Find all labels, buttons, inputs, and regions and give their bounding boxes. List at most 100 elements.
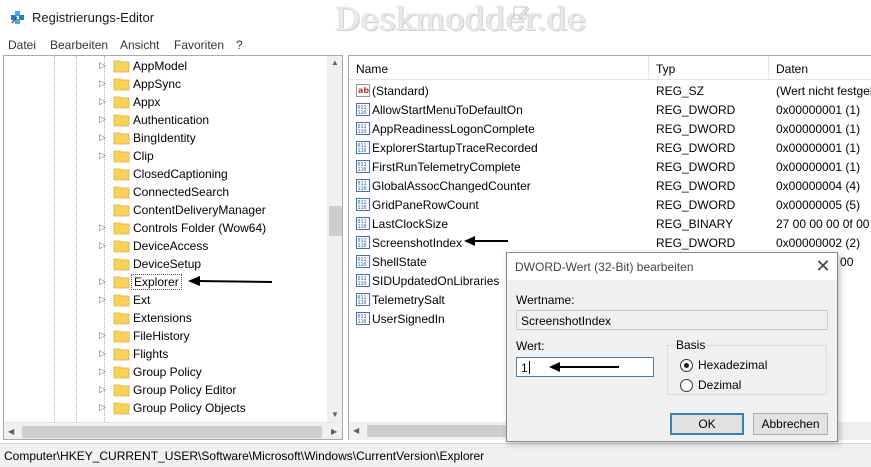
value-name: SIDUpdatedOnLibraries	[372, 274, 500, 288]
folder-icon	[113, 168, 130, 181]
expand-icon[interactable]: ▷	[99, 330, 106, 341]
value-name-field: ScreenshotIndex	[516, 310, 828, 330]
tree-item[interactable]: ▷ AppSync	[4, 75, 328, 93]
menu-bar: Datei Bearbeiten Ansicht Favoriten ?	[0, 35, 871, 55]
expand-icon[interactable]: ▷	[99, 222, 106, 233]
expand-icon[interactable]: ▷	[99, 240, 106, 251]
value-data: 27 00 00 00 0f 00 00 00	[776, 217, 871, 231]
tree-item[interactable]: ▷ Clip	[4, 147, 328, 165]
tree-item[interactable]: ▷ Group Policy	[4, 363, 328, 381]
list-header: Name Typ Daten	[349, 56, 871, 80]
tree-item[interactable]: ▷ Explorer	[4, 273, 328, 291]
close-icon[interactable]: ✕	[811, 255, 835, 277]
value-data-label: Wert:	[516, 339, 545, 353]
tree-horizontal-thumb[interactable]	[22, 426, 322, 438]
value-data: (Wert nicht festgelegt)	[776, 84, 871, 98]
folder-icon	[113, 258, 130, 271]
value-row[interactable]: 011 110 ExplorerStartupTraceRecorded REG_DW…	[349, 138, 871, 157]
menu-help[interactable]: ?	[236, 38, 243, 52]
tree-item[interactable]: ▷ Ext	[4, 291, 328, 309]
tree-item[interactable]: ▷ Flights	[4, 345, 328, 363]
tree-item[interactable]: ▷ Controls Folder (Wow64)	[4, 219, 328, 237]
value-row[interactable]: 011 110 LastClockSize REG_BINARY 27 00 00 00…	[349, 214, 871, 233]
scroll-left-icon[interactable]: ◀	[8, 427, 14, 436]
value-name: ExplorerStartupTraceRecorded	[372, 141, 538, 155]
folder-icon	[113, 186, 130, 199]
tree-item[interactable]: ContentDeliveryManager	[4, 201, 328, 219]
expand-icon[interactable]: ▷	[99, 96, 106, 107]
tree-item[interactable]: ▷ Appx	[4, 93, 328, 111]
tree-item[interactable]: ClosedCaptioning	[4, 165, 328, 183]
value-row[interactable]: 011 110 GlobalAssocChangedCounter REG_DWORD…	[349, 176, 871, 195]
column-header-type[interactable]: Typ	[649, 56, 769, 80]
value-data: 0x00000004 (4)	[776, 179, 861, 193]
scroll-up-icon[interactable]: ▲	[331, 58, 339, 67]
folder-icon	[113, 132, 130, 145]
expand-icon[interactable]: ▷	[99, 132, 106, 143]
tree-item[interactable]: ▷ FileHistory	[4, 327, 328, 345]
expand-icon[interactable]: ▷	[99, 348, 106, 359]
hex-radio[interactable]	[680, 359, 693, 372]
scroll-down-icon[interactable]: ▼	[331, 410, 339, 419]
cancel-button[interactable]: Abbrechen	[753, 413, 828, 435]
folder-icon	[113, 240, 130, 253]
binary-value-icon: 011110	[356, 274, 370, 287]
expand-icon[interactable]: ▷	[99, 150, 106, 161]
tree-vertical-scrollbar[interactable]: ▲ ▼	[327, 56, 342, 422]
ok-button[interactable]: OK	[670, 413, 744, 435]
binary-value-icon: 011110	[356, 236, 370, 249]
value-row[interactable]: 011 110 AppReadinessLogonComplete REG_DWORD…	[349, 119, 871, 138]
tree-item[interactable]: ▷ BingIdentity	[4, 129, 328, 147]
value-row[interactable]: 011 110 AllowStartMenuToDefaultOn REG_DWORD…	[349, 100, 871, 119]
value-name: GridPaneRowCount	[372, 198, 479, 212]
tree-item[interactable]: ▷ Group Policy Editor	[4, 381, 328, 399]
menu-bearbeiten[interactable]: Bearbeiten	[50, 38, 108, 52]
tree-horizontal-scrollbar[interactable]: ◀ ▶	[4, 422, 342, 439]
annotation-arrow-explorer	[188, 276, 273, 286]
tree-item[interactable]: ▷ DeviceAccess	[4, 237, 328, 255]
value-type: REG_SZ	[656, 84, 705, 98]
tree-item[interactable]: ConnectedSearch	[4, 183, 328, 201]
tree-item[interactable]: ▷ Authentication	[4, 111, 328, 129]
expand-icon[interactable]: ▷	[99, 60, 106, 71]
tree-item[interactable]: Extensions	[4, 309, 328, 327]
expand-icon[interactable]: ▷	[99, 402, 106, 413]
folder-icon	[113, 96, 130, 109]
scroll-left-icon[interactable]: ◀	[353, 426, 359, 435]
tree-item[interactable]: ▷ AppModel	[4, 57, 328, 75]
folder-icon	[113, 348, 130, 361]
dialog-title-bar[interactable]: DWORD-Wert (32-Bit) bearbeiten ✕	[507, 253, 837, 280]
value-row[interactable]: 011 110 GridPaneRowCount REG_DWORD 0x0000000…	[349, 195, 871, 214]
dialog-title: DWORD-Wert (32-Bit) bearbeiten	[515, 260, 694, 274]
expand-icon[interactable]: ▷	[99, 366, 106, 377]
value-data: 0x00000001 (1)	[776, 141, 861, 155]
scroll-right-icon[interactable]: ▶	[331, 427, 337, 436]
value-row[interactable]: 011 110 FirstRunTelemetryComplete REG_DWORD…	[349, 157, 871, 176]
base-groupbox: Basis Hexadezimal Dezimal	[667, 338, 827, 395]
tree-vertical-thumb[interactable]	[329, 206, 342, 236]
menu-ansicht[interactable]: Ansicht	[120, 38, 159, 52]
value-type: REG_DWORD	[656, 141, 736, 155]
tree-item-label: DeviceAccess	[133, 239, 209, 253]
expand-icon[interactable]: ▷	[99, 384, 106, 395]
dec-radio[interactable]	[680, 379, 693, 392]
tree-item[interactable]: DeviceSetup	[4, 255, 328, 273]
column-header-data[interactable]: Daten	[769, 56, 871, 80]
dec-label[interactable]: Dezimal	[698, 378, 741, 392]
value-row[interactable]: ab(Standard) REG_SZ (Wert nicht festgelegt…	[349, 81, 871, 100]
hex-label[interactable]: Hexadezimal	[698, 358, 767, 372]
svg-text:110: 110	[358, 262, 367, 268]
expand-icon[interactable]: ▷	[99, 276, 106, 287]
menu-datei[interactable]: Datei	[8, 38, 36, 52]
tree-item[interactable]: ▷ Group Policy Objects	[4, 399, 328, 417]
column-header-name[interactable]: Name	[349, 56, 649, 80]
expand-icon[interactable]: ▷	[99, 78, 106, 89]
value-row[interactable]: 011 110 ScreenshotIndex REG_DWORD 0x00000002…	[349, 233, 871, 252]
expand-icon[interactable]: ▷	[99, 294, 106, 305]
value-data: 0x00000002 (2)	[776, 236, 861, 250]
registry-tree[interactable]: ▷ AppModel ▷ AppSync ▷ Appx ▷ Authentication ▷ Bi…	[3, 55, 343, 440]
folder-icon	[113, 222, 130, 235]
menu-favoriten[interactable]: Favoriten	[174, 38, 224, 52]
registry-editor-icon	[11, 11, 24, 24]
expand-icon[interactable]: ▷	[99, 114, 106, 125]
